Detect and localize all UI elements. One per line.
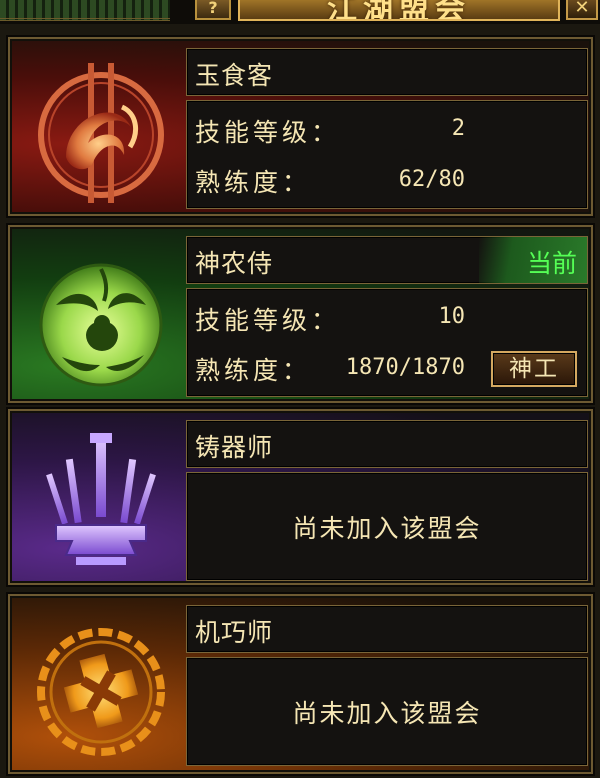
proficiency-value: 1870/1870	[345, 355, 465, 380]
guild-card-jiqiaoshi[interactable]: 机巧师 尚未加入该盟会	[8, 594, 593, 774]
skill-level-value: 2	[451, 116, 465, 141]
guild-info-box: 技能等级： 10 熟练度： 1870/1870 神工	[186, 288, 588, 397]
anvil-weapons-emblem-icon	[26, 429, 176, 579]
gear-emblem-icon	[26, 614, 176, 764]
skill-level-label: 技能等级：	[195, 306, 341, 335]
guild-name-box: 玉食客	[186, 48, 588, 96]
guild-name: 机巧师	[195, 618, 274, 647]
proficiency-value: 62/80	[398, 167, 465, 192]
guild-info-box: 技能等级： 2 熟练度： 62/80	[186, 100, 588, 209]
guild-name-box: 神农侍 当前	[186, 236, 588, 284]
guild-name-box: 机巧师	[186, 605, 588, 653]
skill-level-label: 技能等级：	[195, 118, 341, 147]
not-joined-status: 尚未加入该盟会	[292, 699, 482, 728]
guild-name: 神农侍	[195, 249, 274, 278]
window-title-bar: ? 江湖盟会 ✕	[0, 0, 600, 24]
not-joined-status: 尚未加入该盟会	[292, 514, 482, 543]
fish-emblem-icon	[26, 57, 176, 207]
divine-craft-button[interactable]: 神工	[491, 351, 577, 387]
guild-card-shennongshi[interactable]: 神农侍 当前 技能等级： 10 熟练度： 1870/1870 神工	[8, 225, 593, 403]
gourd-emblem-icon	[26, 245, 176, 395]
title-bar-ornament	[0, 0, 170, 21]
current-guild-label: 当前	[526, 249, 577, 278]
guild-name: 铸器师	[195, 433, 274, 462]
proficiency-label: 熟练度：	[195, 168, 312, 197]
close-button[interactable]: ✕	[566, 0, 598, 20]
guild-card-zhuqishi[interactable]: 铸器师 尚未加入该盟会	[8, 409, 593, 585]
proficiency-label: 熟练度：	[195, 356, 312, 385]
guild-name-box: 铸器师	[186, 420, 588, 468]
guild-info-box: 尚未加入该盟会	[186, 472, 588, 581]
window-title-plate: 江湖盟会	[238, 0, 560, 21]
guild-name: 玉食客	[195, 61, 274, 90]
current-guild-badge: 当前	[479, 237, 587, 283]
window-title: 江湖盟会	[327, 0, 471, 21]
help-button[interactable]: ?	[195, 0, 231, 20]
guild-info-box: 尚未加入该盟会	[186, 657, 588, 766]
help-icon: ?	[208, 0, 218, 17]
close-icon: ✕	[574, 0, 590, 18]
guild-card-yushike[interactable]: 玉食客 技能等级： 2 熟练度： 62/80	[8, 37, 593, 216]
skill-level-value: 10	[438, 304, 466, 329]
